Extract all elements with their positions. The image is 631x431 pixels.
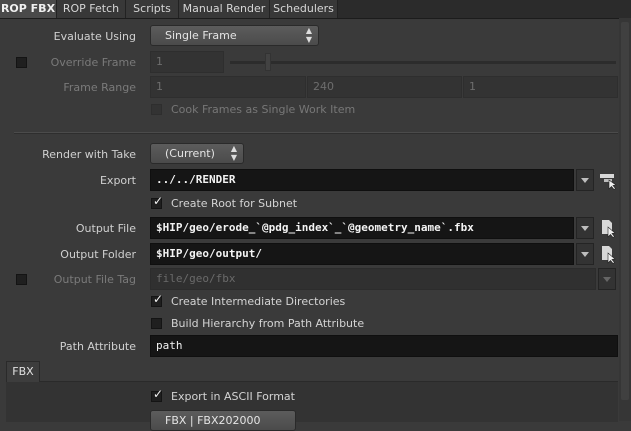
checkmark-icon: ✓	[153, 292, 164, 306]
cook-frames-label: Cook Frames as Single Work Item	[171, 103, 356, 116]
render-with-take-label: Render with Take	[42, 148, 136, 161]
output-folder-dropdown-button[interactable]	[576, 243, 594, 265]
export-path-field[interactable]: ../../RENDER	[150, 169, 574, 191]
create-root-label: Create Root for Subnet	[171, 197, 298, 210]
path-attribute-label: Path Attribute	[59, 340, 136, 353]
frame-range-end-field[interactable]: 240	[307, 76, 462, 98]
scrollbar-thumb[interactable]	[621, 22, 629, 400]
tab-rop-fetch[interactable]: ROP Fetch	[57, 0, 126, 18]
override-frame-field[interactable]: 1	[150, 51, 224, 73]
checkmark-icon: ✓	[153, 194, 164, 208]
output-folder-field[interactable]: $HIP/geo/output/	[150, 243, 574, 265]
render-with-take-value: (Current)	[165, 147, 215, 160]
output-file-tag-field[interactable]: file/geo/fbx	[150, 268, 596, 290]
menu-arrows-icon: ▲ ▼	[305, 26, 312, 44]
file-chooser-icon[interactable]	[598, 218, 618, 238]
export-dropdown-button[interactable]	[576, 169, 594, 191]
path-attribute-field[interactable]: path	[150, 335, 618, 357]
override-frame-label: Override Frame	[50, 56, 136, 69]
output-file-tag-dropdown-button[interactable]	[598, 268, 616, 290]
evaluate-using-value: Single Frame	[165, 29, 237, 42]
output-file-tag-label: Output File Tag	[53, 273, 136, 286]
render-with-take-menu[interactable]: (Current) ▲ ▼	[150, 143, 244, 164]
tab-scripts[interactable]: Scripts	[126, 0, 179, 18]
evaluate-using-label: Evaluate Using	[53, 30, 136, 43]
ascii-format-label: Export in ASCII Format	[171, 390, 295, 403]
tab-schedulers[interactable]: Schedulers	[270, 0, 338, 18]
tab-manual-render[interactable]: Manual Render	[179, 0, 270, 18]
tab-fbx[interactable]: FBX	[6, 361, 40, 382]
create-root-checkbox[interactable]: ✓	[151, 194, 164, 209]
build-hierarchy-checkbox[interactable]	[151, 318, 162, 329]
override-frame-slider-handle[interactable]	[265, 53, 271, 71]
create-directories-checkbox[interactable]: ✓	[151, 292, 164, 307]
build-hierarchy-label: Build Hierarchy from Path Attribute	[171, 317, 365, 330]
section-divider	[14, 132, 618, 134]
output-file-dropdown-button[interactable]	[576, 217, 594, 239]
node-picker-icon[interactable]	[598, 170, 618, 190]
ascii-format-checkbox[interactable]: ✓	[151, 387, 164, 402]
create-directories-label: Create Intermediate Directories	[171, 295, 346, 308]
export-label: Export	[99, 174, 136, 187]
folder-chooser-icon[interactable]	[598, 244, 618, 264]
output-file-field[interactable]: $HIP/geo/erode_`@pdg_index`_`@geometry_n…	[150, 217, 574, 239]
checkmark-icon: ✓	[153, 387, 164, 401]
tab-rop-fbx[interactable]: ROP FBX	[0, 0, 57, 18]
override-frame-slider-track[interactable]	[230, 61, 616, 64]
cook-frames-checkbox[interactable]	[151, 104, 162, 115]
frame-range-label: Frame Range	[63, 81, 136, 94]
output-file-label: Output File	[75, 222, 136, 235]
evaluate-using-menu[interactable]: Single Frame ▲ ▼	[150, 25, 319, 46]
frame-range-increment-field[interactable]: 1	[463, 76, 618, 98]
output-folder-label: Output Folder	[60, 248, 136, 261]
fbx-options-panel	[6, 381, 618, 422]
frame-range-start-field[interactable]: 1	[150, 76, 306, 98]
menu-arrows-icon: ▲ ▼	[230, 144, 237, 162]
parameter-tab-bar: ROP FBX ROP Fetch Scripts Manual Render …	[0, 0, 631, 19]
